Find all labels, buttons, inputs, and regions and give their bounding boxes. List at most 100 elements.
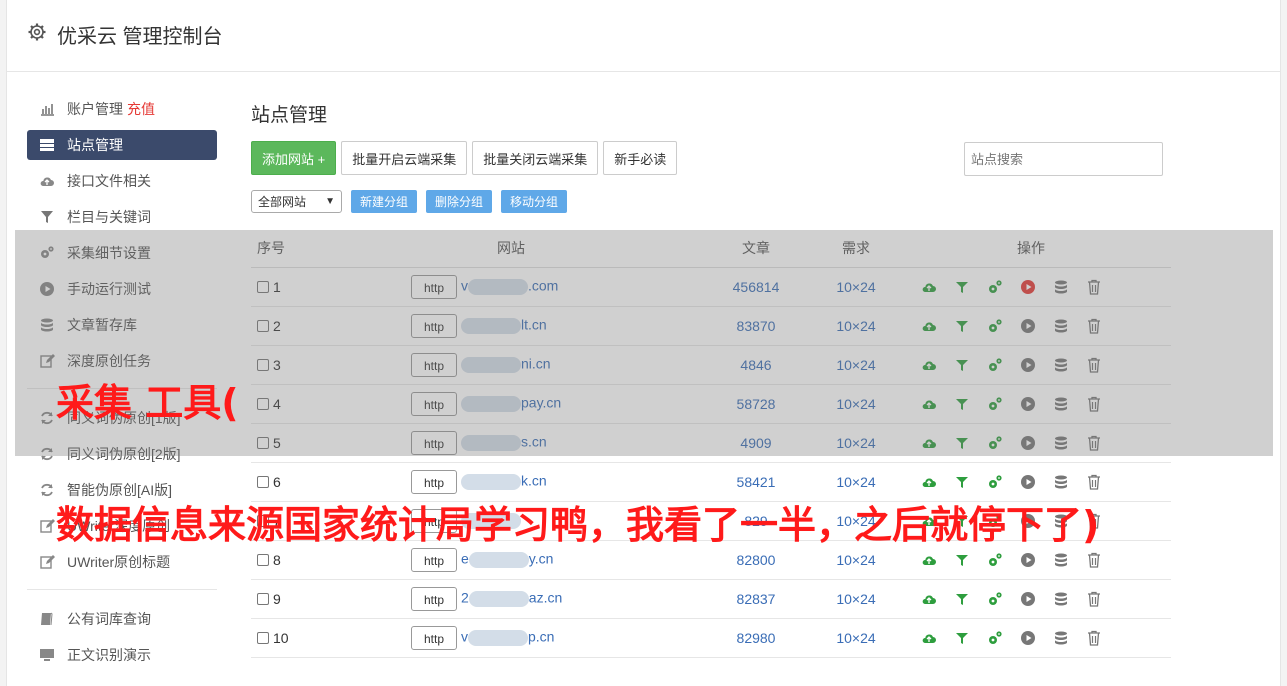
demand-value[interactable]: 10×24: [821, 579, 891, 619]
server-icon: [39, 137, 55, 153]
batch-open-cloud-button[interactable]: 批量开启云端采集: [341, 141, 468, 175]
newbie-guide-button[interactable]: 新手必读: [603, 141, 678, 175]
site-cell: http 2 az.cn: [331, 579, 691, 619]
sidebar-item[interactable]: UWriter原创标题: [27, 547, 217, 577]
sidebar-item-label: 正文识别演示: [67, 647, 151, 663]
bar-chart-icon: [39, 101, 55, 117]
sidebar-item-label: UWriter原创标题: [67, 554, 171, 570]
demand-value[interactable]: 10×24: [821, 618, 891, 658]
recharge-link[interactable]: 充值: [127, 99, 155, 119]
site-name-prefix[interactable]: e: [461, 550, 469, 566]
database-icon[interactable]: [1053, 630, 1069, 646]
site-name-suffix[interactable]: p.cn: [528, 628, 554, 644]
ops-cell: [891, 579, 1171, 619]
row-checkbox[interactable]: [257, 631, 269, 644]
play-icon[interactable]: [1020, 630, 1036, 646]
site-search-input[interactable]: [964, 142, 1163, 176]
row-checkbox[interactable]: [257, 475, 269, 488]
chevron-down-icon: ▼: [325, 195, 335, 207]
monitor-icon: [39, 647, 55, 663]
redacted-domain: [468, 551, 529, 568]
play-icon[interactable]: [1020, 552, 1036, 568]
cloud-upload-icon[interactable]: [921, 552, 937, 568]
cogs-icon[interactable]: [987, 474, 1003, 490]
sidebar-divider: [27, 589, 217, 590]
edit-icon: [39, 518, 55, 534]
row-index-cell: 10: [251, 618, 331, 658]
sidebar-item[interactable]: 公有词库查询: [27, 604, 217, 634]
filter-icon[interactable]: [954, 591, 970, 607]
site-name-suffix[interactable]: k.cn: [521, 472, 547, 488]
redacted-domain: [461, 473, 521, 490]
sidebar-item[interactable]: 栏目与关键词: [27, 202, 217, 232]
table-row: 9 http 2 az.cn 82837 10×24: [251, 579, 1171, 619]
caption-line-1: 采集 工具(: [56, 381, 239, 425]
database-icon[interactable]: [1053, 591, 1069, 607]
refresh-icon: [39, 482, 55, 498]
sidebar-item[interactable]: 接口文件相关: [27, 166, 217, 196]
http-protocol-box[interactable]: http: [411, 586, 457, 611]
cogs-icon[interactable]: [987, 591, 1003, 607]
sidebar-item-label: 公有词库查询: [67, 611, 151, 627]
article-count[interactable]: 82980: [691, 618, 821, 658]
filter-icon[interactable]: [954, 474, 970, 490]
filter-icon: [39, 209, 55, 225]
new-group-button[interactable]: 新建分组: [351, 189, 418, 213]
database-icon[interactable]: [1053, 474, 1069, 490]
group-select-value: 全部网站: [258, 194, 307, 209]
gear-icon: [28, 23, 46, 41]
filter-icon[interactable]: [954, 552, 970, 568]
play-icon[interactable]: [1020, 474, 1036, 490]
header-bar: 优采云 管理控制台: [7, 0, 1280, 72]
row-checkbox[interactable]: [257, 553, 269, 566]
article-count[interactable]: 82837: [691, 579, 821, 619]
sidebar-item-label: 栏目与关键词: [67, 209, 151, 225]
site-name-suffix[interactable]: az.cn: [529, 589, 562, 605]
trash-icon[interactable]: [1086, 552, 1102, 568]
row-index-cell: 9: [251, 579, 331, 619]
http-protocol-box[interactable]: http: [411, 469, 457, 494]
move-group-button[interactable]: 移动分组: [501, 189, 568, 213]
table-row: 10 http v p.cn 82980 10×24: [251, 618, 1171, 658]
cloud-upload-icon: [39, 173, 55, 189]
add-site-button[interactable]: 添加网站 +: [251, 141, 337, 175]
filter-icon[interactable]: [954, 630, 970, 646]
http-protocol-box[interactable]: http: [411, 625, 457, 650]
sidebar-item-label: 站点管理: [67, 137, 123, 153]
cloud-upload-icon[interactable]: [921, 591, 937, 607]
redacted-domain: [468, 590, 529, 607]
row-index: 10: [273, 629, 289, 646]
trash-icon[interactable]: [1086, 591, 1102, 607]
delete-group-button[interactable]: 删除分组: [426, 189, 493, 213]
caption-line-2: 数据信息来源国家统计局学习鸭，我看了一半，之后就停下了): [56, 503, 1100, 547]
cloud-upload-icon[interactable]: [921, 630, 937, 646]
group-toolbar: 全部网站 ▼ 新建分组 删除分组 移动分组: [251, 189, 1171, 213]
play-icon[interactable]: [1020, 591, 1036, 607]
trash-icon[interactable]: [1086, 630, 1102, 646]
page-title: 站点管理: [251, 105, 328, 126]
edit-icon: [39, 554, 55, 570]
sidebar-item[interactable]: 正文识别演示: [27, 640, 217, 670]
ops-cell: [891, 618, 1171, 658]
http-protocol-box[interactable]: http: [411, 547, 457, 572]
row-checkbox[interactable]: [257, 592, 269, 605]
database-icon[interactable]: [1053, 552, 1069, 568]
cogs-icon[interactable]: [987, 630, 1003, 646]
cloud-upload-icon[interactable]: [921, 474, 937, 490]
redacted-domain: [468, 629, 528, 646]
batch-close-cloud-button[interactable]: 批量关闭云端采集: [472, 141, 599, 175]
trash-icon[interactable]: [1086, 474, 1102, 490]
sidebar-item[interactable]: 站点管理: [27, 130, 217, 160]
row-index: 9: [273, 590, 281, 607]
row-index: 8: [273, 551, 281, 568]
cogs-icon[interactable]: [987, 552, 1003, 568]
site-cell: http v p.cn: [331, 618, 691, 658]
sidebar-item-label: 接口文件相关: [67, 173, 151, 189]
site-name-prefix[interactable]: 2: [461, 589, 469, 605]
group-select[interactable]: 全部网站 ▼: [251, 189, 342, 213]
site-name-prefix[interactable]: v: [461, 628, 468, 644]
site-name-suffix[interactable]: y.cn: [529, 550, 554, 566]
sidebar-item-label: 账户管理: [67, 101, 123, 117]
app-title: 优采云 管理控制台: [57, 26, 223, 48]
sidebar-item[interactable]: 账户管理 充值: [27, 94, 217, 124]
